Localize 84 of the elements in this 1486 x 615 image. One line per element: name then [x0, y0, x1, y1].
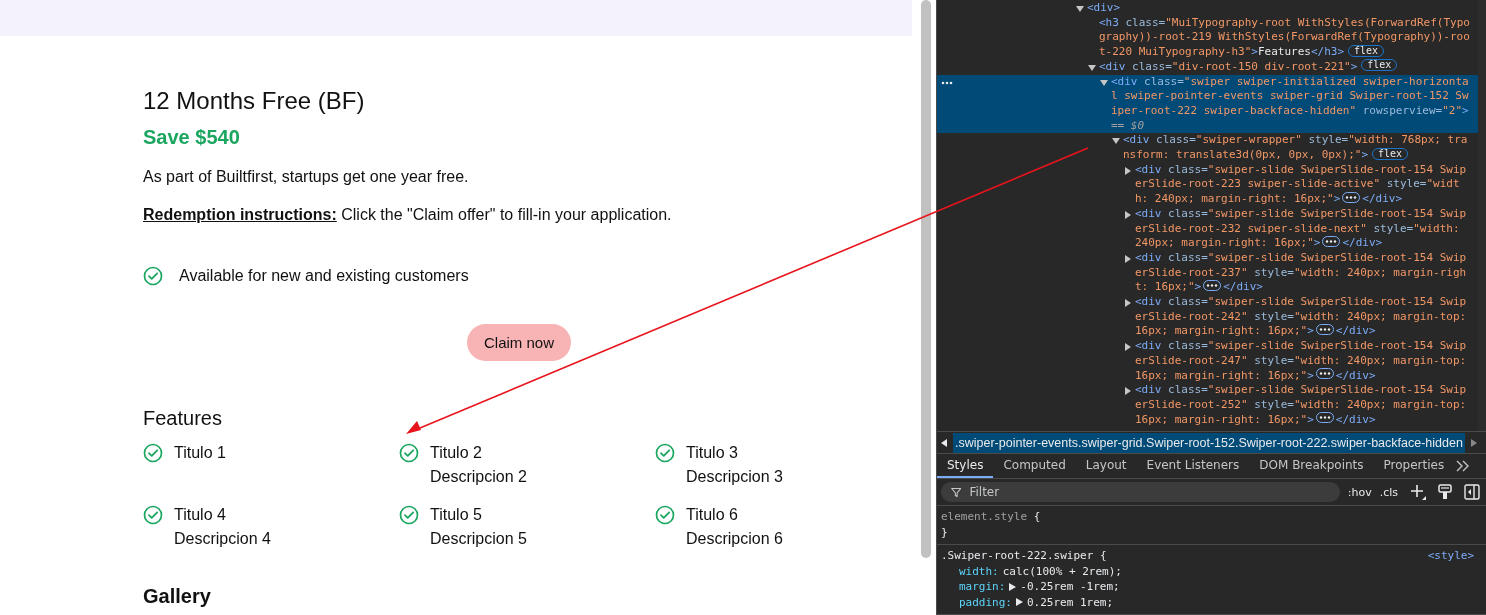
feature-title: Titulo 2: [430, 443, 483, 463]
collapsed-triangle-icon[interactable]: [1124, 387, 1132, 396]
css-selector: .Swiper-root-222.swiper {: [941, 548, 1107, 564]
check-circle-icon: [399, 505, 419, 525]
ellipsis-icon[interactable]: [1315, 368, 1334, 380]
check-circle-icon: [655, 443, 675, 463]
features-heading: Features: [143, 406, 223, 431]
check-circle-icon: [399, 443, 419, 463]
offer-description: As part of Builtfirst, startups get one year free.: [143, 167, 470, 187]
css-selector: element.style {: [941, 509, 1041, 525]
expanded-triangle-icon[interactable]: [1100, 78, 1108, 87]
paint-roller-icon[interactable]: [1438, 484, 1452, 501]
stylesheet-link[interactable]: <style>: [1427, 548, 1474, 564]
filter-field[interactable]: Filter: [941, 482, 1340, 503]
expand-triangle-icon[interactable]: [1009, 582, 1017, 591]
feature-title: Titulo 1: [174, 443, 226, 463]
breadcrumb-item[interactable]: .swiper-pointer-events.swiper-grid.Swiper-root-152.Swiper-root-222.swiper-backface-hidden: [953, 432, 1465, 453]
css-property: padding:: [959, 594, 1012, 610]
panel-tab[interactable]: DOM Breakpoints: [1249, 454, 1374, 479]
ellipsis-icon[interactable]: [1342, 191, 1361, 203]
feature-title: Titulo 6: [686, 505, 739, 525]
closing-brace: }: [941, 524, 949, 540]
filter-input[interactable]: Filter: [969, 485, 1330, 500]
css-property: margin:: [959, 579, 1006, 595]
benefit-text: Available for new and existing customers: [179, 267, 469, 285]
ellipsis-icon[interactable]: [1315, 323, 1334, 335]
dom-node-row[interactable]: <div class="swiper-wrapper" style="width: 768px; transform: translate3d(0px, 0px, 0px);"> flex: [1112, 133, 1471, 163]
panel-tab[interactable]: Styles: [937, 454, 994, 479]
ellipsis-icon[interactable]: [1322, 235, 1341, 247]
feature-description: Descripcion 6: [686, 529, 783, 549]
dom-node-row[interactable]: <div class="swiper-slide SwiperSlide-root-154 SwiperSlide-root-223 swiper-slide-active" style="width: 240px; margin-right: 16px;"> </div>: [1124, 162, 1471, 207]
feature-description: Descripcion 4: [174, 529, 271, 549]
css-value: -0.25rem -1rem;: [1020, 579, 1120, 595]
check-circle-icon: [143, 266, 163, 286]
feature-description: Descripcion 2: [430, 467, 527, 487]
collapsed-triangle-icon[interactable]: [1124, 166, 1132, 175]
feature-description: Descripcion 5: [430, 529, 527, 549]
collapsed-triangle-icon[interactable]: [1124, 254, 1132, 263]
plus-icon[interactable]: [1410, 484, 1426, 501]
feature-title: Titulo 5: [430, 505, 483, 525]
dom-node-row[interactable]: <div>: [1076, 1, 1471, 16]
scroll-left-icon[interactable]: [941, 438, 947, 447]
css-value: 0.25rem 1rem;: [1027, 594, 1114, 610]
expanded-triangle-icon[interactable]: [1112, 137, 1120, 146]
css-property: width:: [959, 563, 999, 579]
hover-state-button[interactable]: :hov: [1347, 485, 1372, 499]
panel-tab[interactable]: Properties: [1373, 454, 1455, 479]
dom-node-row[interactable]: <div class="swiper-slide SwiperSlide-root-154 SwiperSlide-root-237" style="width: 240px; margin-right: 16px;"> </div>: [1124, 250, 1471, 296]
ellipsis-icon[interactable]: [1203, 279, 1222, 291]
panel-tab[interactable]: Computed: [993, 454, 1076, 479]
check-circle-icon: [655, 505, 675, 525]
dom-node-row[interactable]: <div class="swiper-slide SwiperSlide-root-154 SwiperSlide-root-252" style="width: 240px; margin-top: 16px; margin-right: 16px;"> </div>: [1124, 383, 1471, 428]
panel-tab[interactable]: Layout: [1075, 454, 1137, 479]
dom-node-row[interactable]: <div class="div-root-150 div-root-221"> flex: [1088, 59, 1471, 75]
dom-node-row[interactable]: <div class="swiper-slide SwiperSlide-root-154 SwiperSlide-root-232 swiper-slide-next" style="width: 240px; margin-right: 16px;"> </div>: [1124, 206, 1471, 251]
gallery-heading: Gallery: [143, 585, 212, 608]
feature-title: Titulo 3: [686, 443, 739, 463]
sidebar-toggle-icon[interactable]: [1464, 484, 1480, 501]
offer-title: 12 Months Free (BF): [143, 86, 366, 116]
ellipsis-icon[interactable]: [1315, 412, 1334, 424]
expanded-triangle-icon[interactable]: [1076, 5, 1084, 13]
css-value: calc(100% + 2rem);: [1002, 563, 1122, 579]
redemption-instructions: Redemption instructions: Click the "Claim offer" to fill-in your application.: [143, 205, 673, 225]
collapsed-triangle-icon[interactable]: [1124, 343, 1132, 352]
dom-node-row[interactable]: <div class="swiper swiper-initialized swiper-horizontal swiper-pointer-events swiper-grid Swiper-root-152 Swiper-root-222 swiper-backface-hidden" rowsperview="2"> == $0: [1100, 74, 1471, 134]
collapsed-triangle-icon[interactable]: [1124, 299, 1132, 308]
feature-description: Descripcion 3: [686, 467, 783, 487]
collapsed-triangle-icon[interactable]: [1124, 210, 1132, 219]
dom-node-row[interactable]: <div class="swiper-slide SwiperSlide-root-154 SwiperSlide-root-242" style="width: 240px; margin-top: 16px; margin-right: 16px;"> </div>: [1124, 295, 1471, 340]
tree-scrollbar[interactable]: [1478, 0, 1486, 432]
expand-triangle-icon[interactable]: [1016, 598, 1023, 607]
feature-title: Titulo 4: [174, 505, 227, 525]
check-circle-icon: [143, 443, 163, 463]
scroll-right-icon[interactable]: [1470, 438, 1477, 447]
panel-tab[interactable]: Event Listeners: [1136, 454, 1250, 479]
more-tabs-icon[interactable]: [1456, 460, 1471, 473]
expanded-triangle-icon[interactable]: [1088, 63, 1096, 72]
classes-button[interactable]: .cls: [1379, 485, 1398, 499]
more-options-icon[interactable]: [941, 80, 953, 85]
dom-node-row[interactable]: <div class="swiper-slide SwiperSlide-root-154 SwiperSlide-root-247" style="width: 240px; margin-top: 16px; margin-right: 16px;"> </div>: [1124, 339, 1471, 384]
check-circle-icon: [143, 505, 163, 525]
claim-now-button[interactable]: Claim now: [467, 324, 571, 361]
savings-text: Save $540: [143, 125, 241, 150]
filter-icon: [951, 486, 962, 498]
